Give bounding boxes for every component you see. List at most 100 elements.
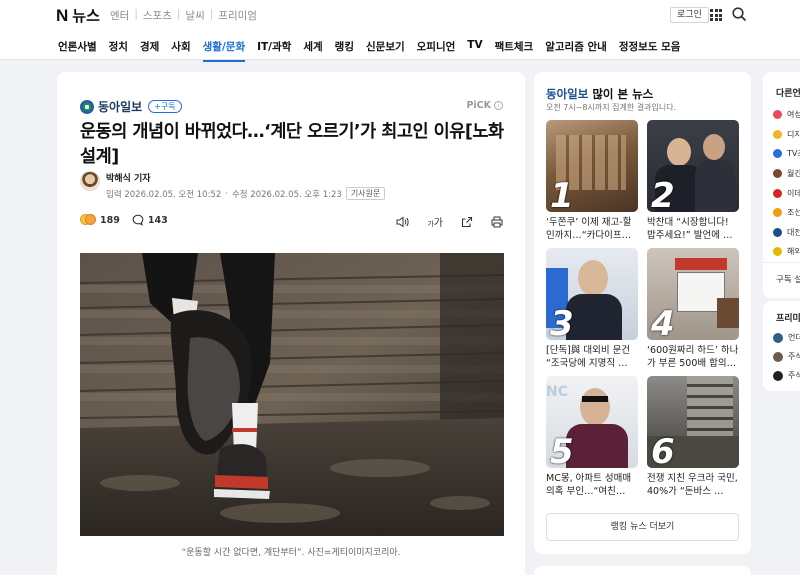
- nav-item-life-culture[interactable]: 생활/문화: [202, 39, 246, 62]
- date-separator: ·: [225, 188, 228, 199]
- ranking-headline[interactable]: ‘두쫀쿠’ 이제 재고-할인까지…“카다이프…: [546, 216, 638, 242]
- press-logo-icon: [773, 227, 782, 237]
- info-icon[interactable]: i: [494, 101, 503, 110]
- photo-caption: “운동할 시간 없다면, 계단부터”. 사진=게티이미지코리아.: [181, 548, 401, 558]
- subscribe-button[interactable]: +구독: [148, 100, 182, 113]
- service-link-sports[interactable]: 스포츠: [143, 8, 172, 23]
- popular-press-name[interactable]: 동아일보: [546, 87, 588, 101]
- ranking-thumbnail[interactable]: 1: [546, 120, 638, 212]
- press-name: 동아일보: [98, 100, 143, 114]
- date-modified: 수정 2026.02.05. 오후 1:23: [231, 189, 342, 200]
- ranking-item-5[interactable]: NC 5 MC몽, 아파트 성매매 의혹 부인…“여친…: [546, 376, 638, 498]
- article-headline: 운동의 개념이 바뀌었다…‘계단 오르기’가 최고인 이유[노화설계]: [80, 122, 504, 167]
- premium-item[interactable]: 주식: [773, 366, 800, 385]
- press-logo-icon: [773, 208, 782, 218]
- author-avatar[interactable]: [80, 171, 100, 191]
- reaction-emoji-icon: [80, 214, 96, 226]
- ranking-grid: 1 ‘두쫀쿠’ 이제 재고-할인까지…“카다이프… 2 박찬대 “시장합니다! …: [546, 120, 739, 498]
- ranking-item-4[interactable]: 4 ‘600원짜리 하드’ 하나가 부른 500배 합의…: [647, 248, 739, 370]
- ranking-headline[interactable]: ‘600원짜리 하드’ 하나가 부른 500배 합의…: [647, 344, 739, 370]
- ranking-more-button[interactable]: 랭킹 뉴스 더보기: [546, 513, 739, 541]
- nav-item-corrections[interactable]: 정정보도 모음: [619, 39, 681, 62]
- next-card-edge: [534, 566, 751, 575]
- press-logo-icon: [773, 149, 782, 159]
- top-bar: N 뉴스 엔터 | 스포츠 | 날씨 | 프리미엄 로그인: [0, 0, 800, 30]
- nav-item-society[interactable]: 사회: [171, 39, 190, 62]
- naver-news-logo[interactable]: N 뉴스: [56, 5, 100, 26]
- rank-number: 4: [651, 304, 675, 340]
- speaker-icon[interactable]: [396, 216, 409, 228]
- press-logo[interactable]: 동아일보: [80, 98, 142, 115]
- other-press-card: 다른언론 여성 디지 TV조 월간 이데 조선 대전 해외 구독 설: [763, 72, 800, 298]
- press-logo-icon: [773, 247, 782, 257]
- popular-news-subtitle: 오전 7시~8시까지 집계한 결과입니다.: [546, 103, 677, 112]
- article-card: 동아일보 +구독 PiCK i 운동의 개념이 바뀌었다…‘계단 오르기’가 최…: [57, 72, 525, 575]
- other-press-list: 여성 디지 TV조 월간 이데 조선 대전 해외: [773, 105, 800, 262]
- rank-number: 1: [550, 176, 574, 212]
- original-article-button[interactable]: 기사원문: [345, 187, 386, 200]
- rank-number: 6: [651, 432, 675, 468]
- reaction-button[interactable]: 189: [80, 214, 120, 226]
- press-row: 동아일보 +구독: [80, 98, 182, 115]
- ranking-thumbnail[interactable]: 4: [647, 248, 739, 340]
- font-size-icon[interactable]: 가가: [427, 214, 443, 229]
- print-icon[interactable]: [491, 216, 503, 228]
- share-icon[interactable]: [461, 216, 473, 228]
- ranking-thumbnail[interactable]: NC 5: [546, 376, 638, 468]
- login-button[interactable]: 로그인: [670, 7, 709, 23]
- ranking-item-3[interactable]: 3 [단독]與 대외비 문건 “조국당에 지명직 …: [546, 248, 638, 370]
- ranking-item-6[interactable]: 6 전쟁 지친 우크라 국민, 40%가 “돈바스 …: [647, 376, 739, 498]
- other-press-item[interactable]: TV조: [773, 144, 800, 164]
- ranking-headline[interactable]: MC몽, 아파트 성매매 의혹 부인…“여친…: [546, 472, 638, 498]
- premium-item[interactable]: 주식: [773, 347, 800, 366]
- nav-item-opinion[interactable]: 오피니언: [417, 39, 456, 62]
- rank-number: 3: [550, 304, 574, 340]
- service-link-entertainment[interactable]: 엔터: [110, 8, 129, 23]
- ranking-thumbnail[interactable]: 6: [647, 376, 739, 468]
- divider: |: [176, 8, 181, 20]
- other-press-item[interactable]: 여성: [773, 105, 800, 125]
- divider: |: [134, 8, 138, 20]
- search-icon[interactable]: [731, 6, 747, 22]
- premium-list: 언더 주식 주식: [773, 328, 800, 385]
- service-link-premium[interactable]: 프리미엄: [218, 8, 257, 23]
- nav-item-press[interactable]: 언론사별: [58, 39, 97, 62]
- other-press-item[interactable]: 해외: [773, 242, 800, 262]
- apps-grid-icon[interactable]: [710, 9, 722, 21]
- ranking-headline[interactable]: 박찬대 “시장합니다! 밥주세요!” 발언에 …: [647, 216, 739, 242]
- article-dates: 입력 2026.02.05. 오전 10:52 · 수정 2026.02.05.…: [106, 187, 386, 200]
- nav-item-world[interactable]: 세계: [303, 39, 322, 62]
- rank-number: 2: [651, 176, 675, 212]
- news-logo-text: 뉴스: [72, 8, 100, 25]
- ranking-headline[interactable]: [단독]與 대외비 문건 “조국당에 지명직 …: [546, 344, 638, 370]
- service-link-weather[interactable]: 날씨: [185, 8, 204, 23]
- nav-item-newspaper[interactable]: 신문보기: [366, 39, 405, 62]
- category-nav-bar: 언론사별 정치 경제 사회 생활/문화 IT/과학 세계 랭킹 신문보기 오피니…: [0, 30, 800, 62]
- comment-icon: [132, 214, 144, 226]
- nav-item-tv[interactable]: TV: [467, 39, 482, 62]
- ranking-headline[interactable]: 전쟁 지친 우크라 국민, 40%가 “돈바스 …: [647, 472, 739, 498]
- nav-item-factcheck[interactable]: 팩트체크: [495, 39, 534, 62]
- press-logo-icon: [773, 188, 782, 198]
- other-press-item[interactable]: 조선: [773, 203, 800, 223]
- nav-item-ranking[interactable]: 랭킹: [335, 39, 354, 62]
- other-press-item[interactable]: 대전: [773, 223, 800, 243]
- nav-item-it-science[interactable]: IT/과학: [257, 39, 291, 62]
- ranking-thumbnail[interactable]: 3: [546, 248, 638, 340]
- nav-item-economy[interactable]: 경제: [140, 39, 159, 62]
- article-tools: 가가: [396, 214, 503, 229]
- category-nav: 언론사별 정치 경제 사회 생활/문화 IT/과학 세계 랭킹 신문보기 오피니…: [58, 39, 680, 62]
- other-press-item[interactable]: 디지: [773, 125, 800, 145]
- author-name[interactable]: 박해식 기자: [106, 171, 385, 184]
- nav-item-politics[interactable]: 정치: [109, 39, 128, 62]
- other-press-item[interactable]: 월간: [773, 164, 800, 184]
- comment-button[interactable]: 143: [132, 214, 168, 226]
- subscribe-settings-link[interactable]: 구독 설: [776, 273, 800, 285]
- other-press-item[interactable]: 이데: [773, 183, 800, 203]
- channel-avatar-icon: [773, 370, 783, 381]
- nav-item-algorithm[interactable]: 알고리즘 안내: [545, 39, 607, 62]
- ranking-item-2[interactable]: 2 박찬대 “시장합니다! 밥주세요!” 발언에 …: [647, 120, 739, 242]
- ranking-thumbnail[interactable]: 2: [647, 120, 739, 212]
- ranking-item-1[interactable]: 1 ‘두쫀쿠’ 이제 재고-할인까지…“카다이프…: [546, 120, 638, 242]
- premium-item[interactable]: 언더: [773, 328, 800, 347]
